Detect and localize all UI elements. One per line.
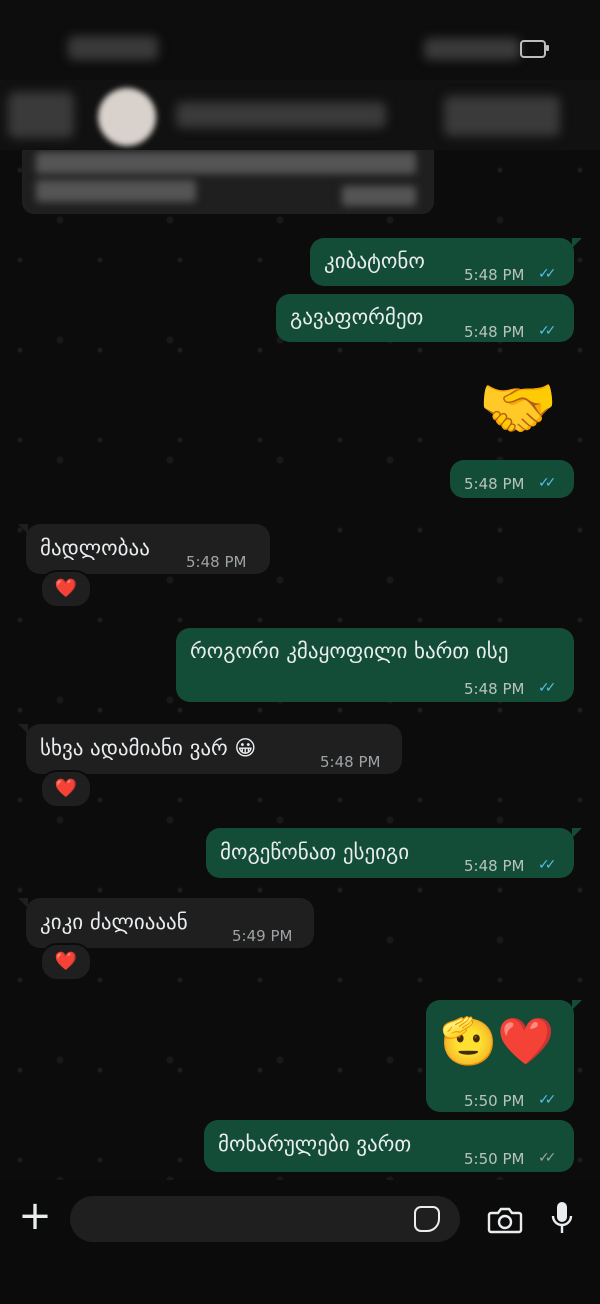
message-bubble-outgoing[interactable]: როგორი კმაყოფილი ხართ ისე 5:48 PM ✓✓: [176, 628, 574, 702]
message-text: როგორი კმაყოფილი ხართ ისე: [190, 639, 509, 663]
reaction-heart[interactable]: ❤️: [40, 570, 92, 608]
plus-icon[interactable]: +: [18, 1196, 52, 1236]
message-time: 5:48 PM: [464, 475, 525, 493]
message-input[interactable]: [70, 1196, 460, 1242]
message-bubble-outgoing[interactable]: კიბატონო 5:48 PM ✓✓: [310, 238, 582, 286]
message-text: კიკი ძალიააან: [40, 910, 188, 934]
message-bubble-incoming[interactable]: მადლობაა 5:48 PM: [18, 524, 270, 574]
message-time: 5:48 PM: [320, 753, 381, 771]
message-bubble-outgoing[interactable]: გავაფორმეთ 5:48 PM ✓✓: [276, 294, 574, 342]
message-text: მოგეწონათ ესეიგი: [220, 840, 410, 864]
message-time: 5:48 PM: [186, 553, 247, 571]
chat-header: [0, 80, 600, 150]
status-indicators-blurred: [424, 38, 520, 60]
avatar[interactable]: [98, 88, 156, 146]
camera-icon[interactable]: [487, 1206, 523, 1234]
message-text: კიბატონო: [324, 249, 425, 273]
message-bubble-incoming[interactable]: სხვა ადამიანი ვარ 😀 5:48 PM: [18, 724, 402, 774]
double-check-icon: ✓✓: [538, 475, 557, 491]
message-time: 5:50 PM: [464, 1092, 525, 1110]
message-text: სხვა ადამიანი ვარ 😀: [40, 736, 257, 760]
double-check-icon: ✓✓: [538, 323, 557, 339]
header-actions-blurred: [444, 96, 560, 136]
double-check-icon: ✓✓: [538, 266, 557, 282]
status-time-blurred: [68, 36, 158, 60]
message-time: 5:48 PM: [464, 323, 525, 341]
message-time: 5:48 PM: [464, 680, 525, 698]
message-text: გავაფორმეთ: [290, 305, 424, 329]
message-time: 5:50 PM: [464, 1150, 525, 1168]
microphone-icon[interactable]: [550, 1200, 574, 1236]
previous-message-blurred: [22, 150, 434, 214]
double-check-icon: ✓✓: [538, 1150, 557, 1166]
double-check-icon: ✓✓: [538, 1092, 557, 1108]
double-check-icon: ✓✓: [538, 857, 557, 873]
double-check-icon: ✓✓: [538, 680, 557, 696]
battery-icon: [520, 40, 549, 58]
reaction-heart[interactable]: ❤️: [40, 770, 92, 808]
message-bubble-outgoing[interactable]: მოგეწონათ ესეიგი 5:48 PM ✓✓: [206, 828, 582, 878]
reaction-heart[interactable]: ❤️: [40, 943, 92, 981]
emoji-message: 🫡❤️: [440, 1014, 555, 1068]
message-time: 5:48 PM: [464, 857, 525, 875]
message-bubble-outgoing[interactable]: 5:48 PM ✓✓: [450, 460, 574, 498]
emoji-message[interactable]: 🤝: [478, 374, 558, 444]
message-time: 5:48 PM: [464, 266, 525, 284]
status-bar: [0, 0, 600, 80]
message-text: მადლობაა: [40, 536, 150, 560]
contact-name-blurred: [176, 102, 386, 128]
sticker-icon[interactable]: [414, 1206, 440, 1232]
message-text: მოხარულები ვართ: [218, 1132, 412, 1156]
message-time: 5:49 PM: [232, 927, 293, 945]
message-bubble-outgoing[interactable]: 🫡❤️ 5:50 PM ✓✓: [426, 1000, 582, 1112]
message-bubble-incoming[interactable]: კიკი ძალიააან 5:49 PM: [18, 898, 314, 948]
message-bubble-outgoing[interactable]: მოხარულები ვართ 5:50 PM ✓✓: [204, 1120, 574, 1172]
back-button[interactable]: [8, 92, 74, 138]
chat-area[interactable]: კიბატონო 5:48 PM ✓✓ გავაფორმეთ 5:48 PM ✓…: [0, 150, 600, 1180]
